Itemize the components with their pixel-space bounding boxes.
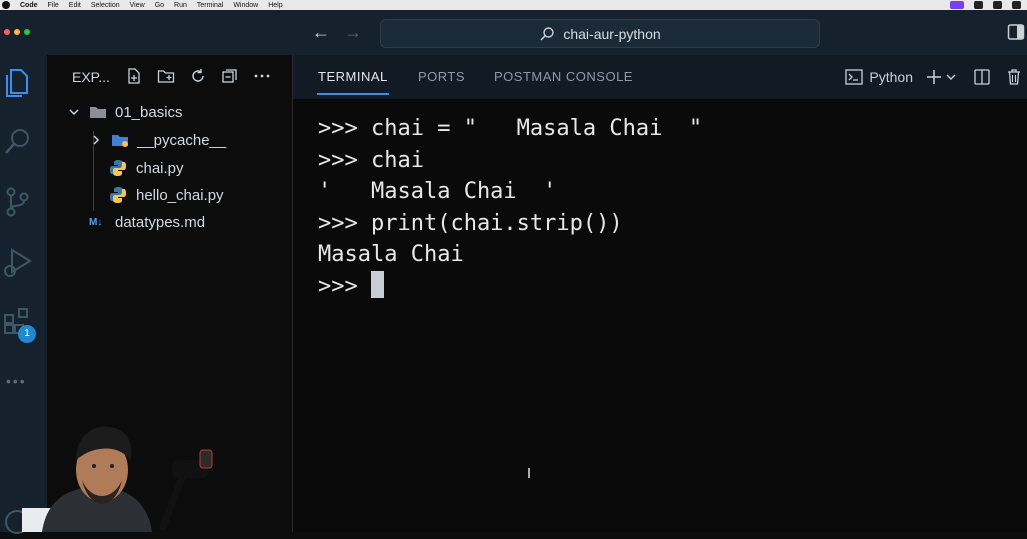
folder-icon <box>112 135 128 147</box>
trash-icon[interactable] <box>1005 68 1023 86</box>
panel-tab-bar: TERMINAL PORTS POSTMAN CONSOLE Python <box>293 55 1027 99</box>
tab-ports[interactable]: PORTS <box>418 69 465 84</box>
terminal-panel: TERMINAL PORTS POSTMAN CONSOLE Python >>… <box>293 55 1027 532</box>
status-m-icon[interactable] <box>974 1 983 9</box>
tree-item-label: hello_chai.py <box>136 186 224 204</box>
toggle-secondary-sidebar-icon[interactable] <box>1007 23 1025 41</box>
extensions-badge: 1 <box>18 325 36 343</box>
tree-item-label: datatypes.md <box>115 213 206 231</box>
tree-item-label: chai.py <box>136 159 184 177</box>
terminal-output[interactable]: >>> chai = " Masala Chai " >>> chai ' Masa… <box>318 113 702 302</box>
explorer-title: EXP... <box>72 69 110 85</box>
new-file-icon[interactable] <box>125 67 143 85</box>
terminal-toolbar: Python <box>845 65 1027 89</box>
tree-item-chai-py[interactable]: chai.py <box>109 157 184 179</box>
menu-go[interactable]: Go <box>155 2 164 9</box>
tree-item-hello-chai-py[interactable]: hello_chai.py <box>109 184 224 206</box>
minimize-window-button[interactable] <box>14 29 20 35</box>
presenter-webcam <box>22 426 213 532</box>
search-sidebar-icon[interactable] <box>2 125 32 159</box>
search-text: chai-aur-python <box>563 25 661 42</box>
status-app-icon[interactable] <box>950 1 964 9</box>
back-arrow-icon[interactable]: ← <box>311 22 331 42</box>
menu-window[interactable]: Window <box>233 2 258 9</box>
explorer-icon[interactable] <box>2 65 32 99</box>
terminal-line: >>> chai = " Masala Chai " <box>318 116 703 141</box>
bluetooth-icon[interactable] <box>1012 1 1021 9</box>
markdown-icon: M↓ <box>89 216 103 228</box>
menu-run[interactable]: Run <box>174 2 187 9</box>
zoom-window-button[interactable] <box>24 29 30 35</box>
tab-terminal[interactable]: TERMINAL <box>318 69 388 84</box>
collapse-all-icon[interactable] <box>221 67 239 85</box>
explorer-toolbar <box>125 67 271 85</box>
menu-edit[interactable]: Edit <box>69 2 81 9</box>
status-icons <box>950 1 1021 9</box>
menu-help[interactable]: Help <box>268 2 282 9</box>
terminal-prompt-line: >>> <box>318 270 702 303</box>
more-views-icon[interactable]: ••• <box>6 373 27 389</box>
folder-open-icon <box>90 107 106 118</box>
menu-code[interactable]: Code <box>20 2 38 9</box>
status-tray-icon[interactable] <box>993 1 1002 9</box>
menu-file[interactable]: File <box>48 2 59 9</box>
window-titlebar: ← → chai-aur-python <box>0 10 1027 55</box>
refresh-icon[interactable] <box>189 67 207 85</box>
forward-arrow-icon[interactable]: → <box>343 22 363 42</box>
tree-item-datatypes-md[interactable]: M↓ datatypes.md <box>89 211 205 233</box>
terminal-shell-label[interactable]: Python <box>869 69 913 85</box>
chevron-down-icon[interactable] <box>945 71 957 83</box>
python-file-icon <box>110 187 126 203</box>
close-window-button[interactable] <box>4 29 10 35</box>
run-and-debug-icon[interactable] <box>2 245 32 279</box>
apple-icon[interactable] <box>2 1 10 9</box>
terminal-shell-icon[interactable] <box>845 68 864 86</box>
new-terminal-plus-icon[interactable] <box>925 68 943 86</box>
terminal-cursor <box>370 270 384 298</box>
traffic-lights <box>4 29 30 35</box>
source-control-icon[interactable] <box>2 185 32 219</box>
menu-view[interactable]: View <box>130 2 145 9</box>
tab-postman-console[interactable]: POSTMAN CONSOLE <box>494 69 633 84</box>
tree-item-01-basics[interactable]: 01_basics <box>67 101 183 123</box>
terminal-line: >>> chai <box>318 147 424 173</box>
macos-menubar: Code File Edit Selection View Go Run Ter… <box>0 0 1027 10</box>
explorer-sidebar: EXP... 01_basics __pycache__ chai.py hel… <box>22 55 293 532</box>
mouse-ibeam-cursor <box>528 468 530 478</box>
tree-item-pycache[interactable]: __pycache__ <box>89 129 226 151</box>
terminal-line: >>> print(chai.strip()) <box>318 210 623 236</box>
search-icon <box>540 26 555 41</box>
tree-item-label: __pycache__ <box>137 131 227 149</box>
more-actions-icon[interactable] <box>253 67 271 85</box>
tree-item-label: 01_basics <box>115 103 183 121</box>
terminal-line: ' Masala Chai ' <box>318 179 557 204</box>
terminal-line: Masala Chai <box>318 242 464 267</box>
chevron-right-icon <box>93 135 100 145</box>
python-file-icon <box>110 160 126 176</box>
command-center-search[interactable]: chai-aur-python <box>380 19 820 48</box>
chevron-down-icon <box>69 109 79 116</box>
menu-terminal[interactable]: Terminal <box>197 2 223 9</box>
menu-selection[interactable]: Selection <box>91 2 120 9</box>
split-terminal-icon[interactable] <box>973 68 991 86</box>
active-tab-indicator <box>317 93 389 95</box>
terminal-prompt: >>> <box>318 273 371 299</box>
new-folder-icon[interactable] <box>157 67 175 85</box>
